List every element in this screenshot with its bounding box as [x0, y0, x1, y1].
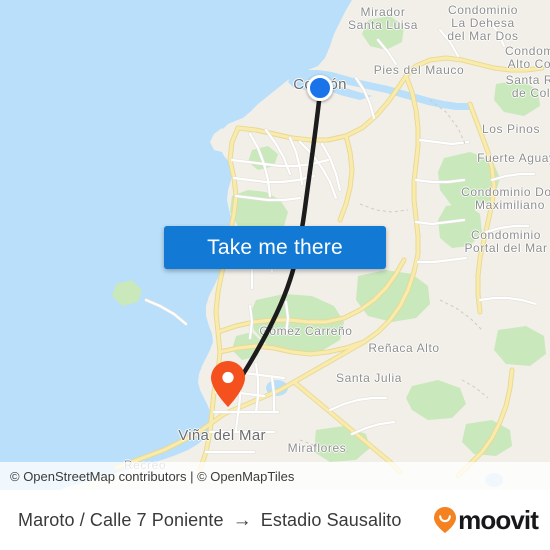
moovit-logo[interactable]: moovit: [434, 504, 539, 536]
trip-origin-label: Maroto / Calle 7 Poniente: [18, 509, 224, 530]
take-me-there-button[interactable]: Take me there: [164, 226, 386, 269]
moovit-trip-map-screen: ConcónMirador Santa LuisaCondominio La D…: [0, 0, 550, 550]
map-pin-icon: [211, 361, 245, 407]
map-attribution-text[interactable]: © OpenStreetMap contributors | © OpenMap…: [10, 469, 294, 484]
moovit-pin-icon: [434, 507, 457, 533]
take-me-there-label: Take me there: [207, 235, 343, 259]
origin-location-marker[interactable]: [307, 75, 333, 101]
trip-summary: Maroto / Calle 7 Poniente → Estadio Saus…: [18, 510, 402, 531]
arrow-right-icon: →: [232, 509, 252, 531]
trip-footer-bar: Maroto / Calle 7 Poniente → Estadio Saus…: [0, 490, 550, 550]
map-attribution-bar: © OpenStreetMap contributors | © OpenMap…: [0, 462, 550, 490]
destination-pin-marker[interactable]: [211, 361, 245, 407]
map-canvas[interactable]: ConcónMirador Santa LuisaCondominio La D…: [0, 0, 550, 490]
moovit-wordmark: moovit: [458, 504, 539, 535]
trip-destination-label: Estadio Sausalito: [260, 509, 402, 530]
